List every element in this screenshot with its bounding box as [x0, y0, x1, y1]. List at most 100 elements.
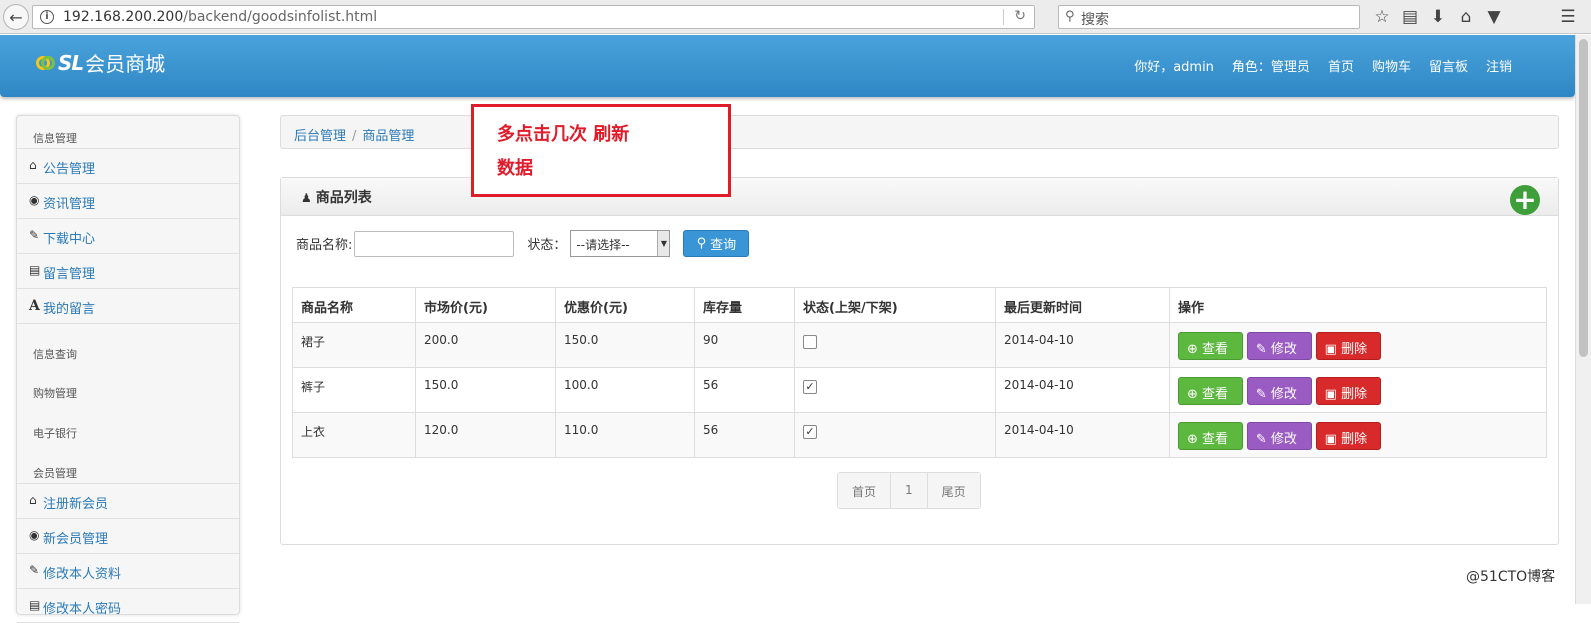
nav-board-link[interactable]: 留言板: [1429, 56, 1468, 75]
sidebar-section-bank[interactable]: 电子银行: [17, 403, 239, 443]
reading-list-icon[interactable]: ▤: [1400, 7, 1420, 27]
col-header: 商品名称: [292, 287, 416, 323]
breadcrumb-root[interactable]: 后台管理: [294, 129, 346, 144]
status-cell: ✓: [794, 412, 996, 458]
sidebar-item-label: 资讯管理: [43, 197, 96, 212]
sidebar-item-edit-profile[interactable]: ✎ 修改本人资料: [17, 553, 239, 588]
delete-button[interactable]: ▣ 删除: [1315, 422, 1381, 450]
pager-page-1[interactable]: 1: [891, 473, 928, 508]
logo-name: 会员商城: [85, 52, 166, 76]
page-scrollbar[interactable]: [1575, 35, 1591, 604]
view-label: 查看: [1202, 387, 1229, 402]
info-icon[interactable]: i: [40, 10, 54, 24]
edit-icon: ✎: [29, 228, 40, 242]
trash-icon: ▣: [1324, 387, 1337, 402]
nav-cart-link[interactable]: 购物车: [1372, 56, 1411, 75]
view-label: 查看: [1202, 342, 1229, 357]
breadcrumb-current[interactable]: 商品管理: [362, 129, 414, 144]
status-selected-value: --请选择--: [576, 238, 630, 252]
actions-cell: ⊕ 查看 ✎ 修改 ▣ 删除: [1169, 367, 1547, 413]
goods-name-cell: 裤子: [292, 367, 416, 413]
search-icon: ⚲: [1065, 9, 1075, 24]
sidebar-item-label: 留言管理: [43, 267, 96, 282]
chevron-down-icon: ▼: [657, 231, 670, 256]
scrollbar-thumb[interactable]: [1579, 39, 1588, 357]
sidebar-section-query[interactable]: 信息查询: [17, 323, 239, 363]
download-icon[interactable]: ⬇: [1428, 7, 1448, 27]
eye-icon: ◉: [29, 193, 40, 207]
edit-button[interactable]: ✎ 修改: [1246, 377, 1312, 405]
sidebar-item-label: 修改本人密码: [43, 602, 122, 617]
annotation-line-1: 多点击几次 刷新: [497, 124, 630, 145]
sidebar-item-my-messages[interactable]: A 我的留言: [17, 288, 239, 323]
edit-label: 修改: [1270, 342, 1297, 357]
reload-icon[interactable]: ↻: [1014, 8, 1026, 24]
updated-cell: 2014-04-10: [995, 322, 1170, 368]
pocket-icon[interactable]: ▼: [1484, 7, 1504, 27]
sidebar-item-label: 公告管理: [43, 162, 96, 177]
delete-button[interactable]: ▣ 删除: [1315, 332, 1381, 360]
sidebar-section-member: 会员管理: [33, 467, 77, 480]
status-label: 状态：: [527, 238, 567, 253]
sidebar-item-new-members[interactable]: ◉ 新会员管理: [17, 518, 239, 553]
add-goods-button[interactable]: +: [1510, 185, 1540, 215]
query-button[interactable]: ⚲ 查询: [683, 230, 750, 257]
bookmark-star-icon[interactable]: ☆: [1372, 7, 1392, 27]
edit-button[interactable]: ✎ 修改: [1246, 332, 1312, 360]
status-cell: ✓: [794, 367, 996, 413]
sidebar-item-notice[interactable]: ⌂ 公告管理: [17, 148, 239, 183]
sidebar-item-change-password[interactable]: ▤ 修改本人密码: [17, 588, 239, 623]
sidebar-section-info: 信息管理: [33, 132, 77, 145]
nav-home-link[interactable]: 首页: [1328, 56, 1354, 75]
menu-icon[interactable]: ☰: [1558, 7, 1578, 27]
address-bar[interactable]: i 192.168.200.200/backend/goodsinfolist.…: [32, 5, 1035, 29]
view-button[interactable]: ⊕ 查看: [1178, 377, 1243, 405]
site-logo[interactable]: SL 会员商城: [36, 48, 165, 77]
table-row: 上衣 120.0 110.0 56 ✓ 2014-04-10 ⊕ 查看 ✎ 修改…: [292, 412, 1547, 458]
status-checkbox[interactable]: ✓: [803, 425, 817, 439]
updated-cell: 2014-04-10: [995, 367, 1170, 413]
updated-cell: 2014-04-10: [995, 412, 1170, 458]
list-icon: ▤: [29, 598, 41, 612]
sidebar-item-news[interactable]: ◉ 资讯管理: [17, 183, 239, 218]
status-checkbox[interactable]: ✓: [803, 380, 817, 394]
browser-search-box[interactable]: ⚲ 搜索: [1058, 5, 1360, 29]
edit-icon: ✎: [1255, 432, 1267, 447]
stock-cell: 56: [694, 412, 795, 458]
pager-first[interactable]: 首页: [838, 473, 892, 508]
back-button[interactable]: ←: [3, 4, 29, 30]
sidebar-section-shopping[interactable]: 购物管理: [17, 363, 239, 403]
url-path: /backend/goodsinfolist.html: [183, 9, 378, 25]
sidebar-item-register[interactable]: ⌂ 注册新会员: [17, 483, 239, 518]
browser-toolbar: ← i 192.168.200.200/backend/goodsinfolis…: [0, 0, 1591, 34]
discount-price-cell: 100.0: [555, 367, 695, 413]
user-icon: ♟: [301, 191, 312, 205]
list-icon: ▤: [29, 263, 41, 277]
discount-price-cell: 110.0: [555, 412, 695, 458]
nav-logout-link[interactable]: 注销: [1486, 56, 1512, 75]
delete-label: 删除: [1341, 432, 1368, 447]
sidebar-item-downloads[interactable]: ✎ 下载中心: [17, 218, 239, 253]
sidebar-item-messages[interactable]: ▤ 留言管理: [17, 253, 239, 288]
home-icon[interactable]: ⌂: [1456, 7, 1476, 27]
market-price-cell: 150.0: [415, 367, 556, 413]
stock-cell: 90: [694, 322, 795, 368]
pager-last[interactable]: 尾页: [927, 473, 980, 508]
status-checkbox[interactable]: [803, 335, 817, 349]
view-button[interactable]: ⊕ 查看: [1178, 422, 1243, 450]
market-price-cell: 120.0: [415, 412, 556, 458]
col-header: 库存量: [694, 287, 795, 323]
edit-button[interactable]: ✎ 修改: [1246, 422, 1312, 450]
delete-button[interactable]: ▣ 删除: [1315, 377, 1381, 405]
role-text: 角色：管理员: [1231, 60, 1310, 75]
home-icon: ⌂: [29, 493, 37, 507]
col-header: 状态(上架/下架): [794, 287, 996, 323]
status-select[interactable]: --请选择-- ▼: [570, 230, 671, 257]
goods-name-input[interactable]: [354, 230, 515, 257]
status-cell: [794, 322, 996, 368]
sidebar-item-label: 修改本人资料: [43, 567, 122, 582]
url-text: 192.168.200.200/backend/goodsinfolist.ht…: [63, 9, 377, 25]
actions-cell: ⊕ 查看 ✎ 修改 ▣ 删除: [1169, 322, 1547, 368]
view-button[interactable]: ⊕ 查看: [1178, 332, 1243, 360]
goods-table: 商品名称 市场价(元) 优惠价(元) 库存量 状态(上架/下架) 最后更新时间 …: [292, 287, 1547, 458]
